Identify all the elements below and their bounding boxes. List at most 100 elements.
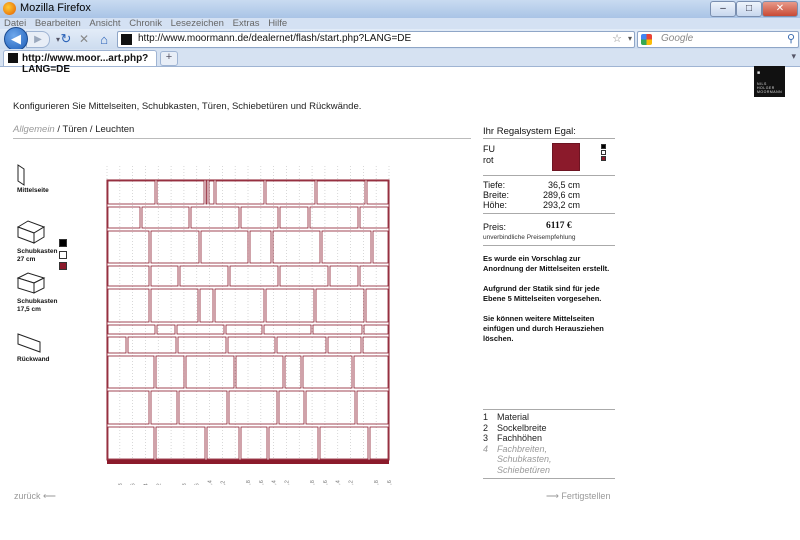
- tab-current[interactable]: http://www.moor...art.php?LANG=DE: [3, 50, 157, 75]
- back-arrow-icon[interactable]: ◀: [4, 27, 28, 51]
- schubkasten-17-icon[interactable]: [16, 271, 46, 295]
- bookmark-star-icon[interactable]: ☆: [612, 32, 622, 45]
- menu-lesezeichen[interactable]: Lesezeichen: [171, 18, 224, 29]
- ruler-tick-label: 217,6: [323, 480, 329, 485]
- tool-schubkasten-17-name: Schubkasten: [17, 298, 58, 305]
- shelf-compartment: [107, 265, 150, 287]
- menu-ansicht[interactable]: Ansicht: [89, 18, 120, 29]
- breadcrumb-tueren[interactable]: Türen: [62, 124, 87, 135]
- swatch-black[interactable]: [59, 239, 67, 247]
- swatch-white[interactable]: [59, 251, 67, 259]
- url-bar[interactable]: http://www.moormann.de/dealernet/flash/s…: [117, 31, 635, 48]
- shelf-compartment: [312, 324, 363, 335]
- step-item[interactable]: 3 Fachhöhen: [483, 433, 577, 444]
- url-text[interactable]: http://www.moormann.de/dealernet/flash/s…: [138, 33, 411, 44]
- divider: [483, 213, 615, 214]
- shelf-compartment: [150, 265, 179, 287]
- tool-mittelseite-label: Mittelseite: [17, 187, 49, 194]
- menu-hilfe[interactable]: Hilfe: [268, 18, 287, 29]
- shelf-compartment: [327, 336, 362, 354]
- shelf-compartment: [177, 336, 227, 354]
- tab-favicon-icon: [8, 53, 18, 63]
- shelf-compartment: [200, 230, 249, 264]
- mittelseite-icon[interactable]: [16, 164, 32, 186]
- rueckwand-icon[interactable]: [16, 332, 44, 354]
- material-code: FU: [483, 144, 495, 154]
- ruler-tick-label: 153,6: [259, 480, 265, 485]
- forward-arrow-icon[interactable]: ▶: [26, 31, 50, 48]
- shelf-compartment: [107, 206, 141, 229]
- menu-bearbeiten[interactable]: Bearbeiten: [35, 18, 81, 29]
- breadcrumb-leuchten[interactable]: Leuchten: [95, 124, 134, 135]
- minimize-button[interactable]: –: [710, 1, 736, 17]
- mini-swatch-red[interactable]: [601, 156, 606, 161]
- shelf-compartment: [227, 336, 276, 354]
- finish-link-label: Fertigstellen: [561, 491, 611, 501]
- step-item[interactable]: 2 Sockelbreite: [483, 423, 577, 434]
- schubkasten-27-icon[interactable]: [16, 219, 46, 245]
- shelf-compartment: [284, 355, 302, 389]
- url-dropdown-icon[interactable]: ▾: [628, 34, 632, 43]
- step-item[interactable]: 1 Material: [483, 412, 577, 423]
- mini-swatch-black[interactable]: [601, 144, 606, 149]
- shelf-compartment: [272, 230, 321, 264]
- menu-extras[interactable]: Extras: [233, 18, 260, 29]
- close-button[interactable]: ✕: [762, 1, 798, 17]
- shelf-compartment: [107, 426, 155, 460]
- maximize-button[interactable]: □: [736, 1, 762, 17]
- shelf-compartment: [107, 288, 150, 323]
- shelf-compartment: [365, 288, 389, 323]
- step-number: 4: [483, 443, 489, 454]
- search-icon[interactable]: ⚲: [787, 32, 795, 45]
- shelf-compartment: [356, 390, 389, 425]
- new-tab-button[interactable]: +: [160, 51, 178, 66]
- stop-icon[interactable]: ✕: [76, 31, 92, 47]
- mini-swatch-white[interactable]: [601, 150, 606, 155]
- search-input[interactable]: Google: [661, 33, 693, 44]
- shelf-compartment: [107, 230, 150, 264]
- swatch-red[interactable]: [59, 262, 67, 270]
- ruler-tick-label: 102,4: [208, 480, 214, 485]
- shelf-compartment: [141, 206, 190, 229]
- shelf-compartment: [205, 180, 208, 205]
- reload-icon[interactable]: ↻: [58, 31, 74, 47]
- hint-notes: Es wurde ein Vorschlag zur Anordnung der…: [483, 254, 615, 354]
- shelf-compartment: [359, 206, 389, 229]
- home-icon[interactable]: ⌂: [96, 31, 112, 47]
- tool-schubkasten-27-label: Schubkasten 27 cm: [17, 248, 57, 264]
- shelf-compartment: [190, 206, 240, 229]
- ruler-tick-label: 179,2: [284, 480, 290, 485]
- shelf-compartment: [265, 288, 315, 323]
- shelf-compartment: [107, 324, 156, 335]
- shelf-compartment: [150, 390, 178, 425]
- step-number: 1: [483, 412, 489, 422]
- ruler-tick-label: 230,4: [336, 480, 342, 485]
- ruler-tick-label: 281,6: [387, 480, 393, 485]
- shelf-compartment: [268, 426, 319, 460]
- back-link-label: zurück: [14, 491, 41, 501]
- shelf-compartment: [107, 180, 156, 205]
- tab-list-icon[interactable]: ▾: [791, 51, 796, 62]
- shelf-compartment: [319, 426, 369, 460]
- finish-link[interactable]: ⟶ Fertigstellen: [546, 491, 610, 502]
- back-link[interactable]: zurück ⟵: [14, 491, 56, 502]
- ruler-tick-label: 12,8: [118, 483, 124, 485]
- breadcrumb-allgemein[interactable]: Allgemein: [13, 124, 55, 135]
- shelf-compartment: [176, 324, 225, 335]
- hint-note: Aufgrund der Statik sind für jede Ebene …: [483, 284, 602, 303]
- menu-chronik[interactable]: Chronik: [129, 18, 162, 29]
- tool-rueckwand-label: Rückwand: [17, 356, 50, 363]
- google-icon[interactable]: [641, 34, 652, 45]
- ruler-tick-label: 25,6: [131, 483, 137, 485]
- moormann-logo: ■ NILS HOLGER MOORMANN: [754, 66, 785, 97]
- ruler-tick-label: 76,8: [182, 483, 188, 485]
- shelf-compartment: [240, 206, 279, 229]
- search-bar[interactable]: Google ⚲: [637, 31, 799, 48]
- step-label: Material: [497, 412, 530, 422]
- shelf-configurator-canvas[interactable]: 012,825,638,451,26476,889,6102,4115,2128…: [100, 160, 400, 485]
- shelf-compartment: [278, 390, 305, 425]
- summary-title: Ihr Regalsystem Egal:: [483, 126, 576, 137]
- hoehe-label: Höhe:: [483, 200, 508, 210]
- navigation-toolbar: ▶ ◀ ▾ ↻ ✕ ⌂ http://www.moormann.de/deale…: [0, 27, 800, 51]
- shelf-compartment: [206, 426, 240, 460]
